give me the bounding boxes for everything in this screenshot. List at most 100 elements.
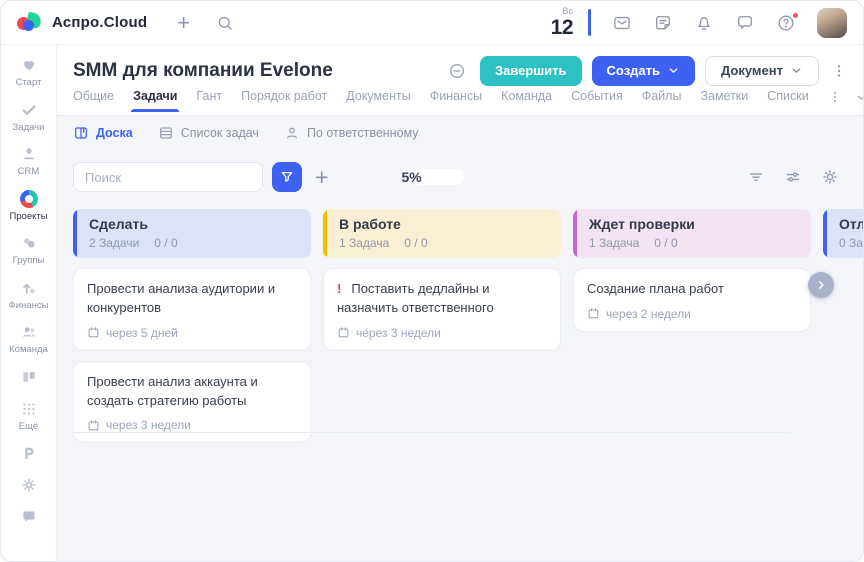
tab-gantt[interactable]: Гант bbox=[196, 89, 222, 112]
column-meta: 1 Задача0 / 0 bbox=[589, 236, 799, 250]
tab-general[interactable]: Общие bbox=[73, 89, 114, 112]
projects-icon bbox=[20, 189, 38, 209]
sidebar-item-finance[interactable]: Финансы bbox=[1, 278, 56, 311]
column-header[interactable]: В работе1 Задача0 / 0 bbox=[323, 209, 561, 258]
topbar: Аспро.Cloud + Вс 12 bbox=[1, 1, 863, 45]
column-meta: 0 Задач bbox=[839, 236, 863, 250]
tabs-more-icon[interactable] bbox=[828, 90, 842, 104]
task-title: Провести анализа аудитории и конкурентов bbox=[87, 280, 297, 318]
board-toolbar: + 5% bbox=[57, 150, 863, 192]
tab-team[interactable]: Команда bbox=[501, 89, 552, 112]
notes-icon[interactable] bbox=[653, 13, 673, 33]
add-task-button[interactable]: + bbox=[315, 164, 328, 190]
sidebar-item-crm[interactable]: CRM bbox=[1, 144, 56, 177]
column-accent-bar bbox=[323, 209, 327, 258]
task-card[interactable]: Создание плана работчерез 2 недели bbox=[573, 268, 811, 332]
tab-tasks[interactable]: Задачи bbox=[133, 89, 177, 112]
copy-link-icon[interactable] bbox=[447, 61, 467, 81]
calendar-date[interactable]: Вс 12 bbox=[551, 7, 573, 38]
sidebar-item-start[interactable]: Старт bbox=[1, 55, 56, 88]
tab-finance[interactable]: Финансы bbox=[430, 89, 482, 112]
avatar[interactable] bbox=[817, 8, 847, 38]
notification-dot bbox=[792, 12, 799, 19]
display-settings-icon[interactable] bbox=[784, 168, 802, 186]
create-button[interactable]: Создать bbox=[592, 56, 695, 86]
bell-icon[interactable] bbox=[694, 13, 714, 33]
sidebar-item-tasks[interactable]: Задачи bbox=[1, 100, 56, 133]
board-bottom-divider bbox=[73, 432, 791, 433]
calendar-icon bbox=[87, 419, 100, 432]
chevron-down-icon bbox=[790, 64, 803, 77]
tab-documents[interactable]: Документы bbox=[346, 89, 410, 112]
sidebar-item-projects[interactable]: Проекты bbox=[1, 189, 56, 222]
task-card[interactable]: !Поставить дедлайны и назначить ответств… bbox=[323, 268, 561, 351]
task-card[interactable]: Провести анализа аудитории и конкурентов… bbox=[73, 268, 311, 351]
sidebar-item-team[interactable]: Команда bbox=[1, 322, 56, 355]
progress-percent: 5% bbox=[401, 169, 421, 185]
view-board[interactable]: Доска bbox=[73, 125, 133, 141]
finance-icon bbox=[20, 278, 38, 298]
tab-notes[interactable]: Заметки bbox=[700, 89, 748, 112]
mail-icon[interactable] bbox=[612, 13, 632, 33]
tab-lists[interactable]: Списки bbox=[767, 89, 808, 112]
filter-button[interactable] bbox=[272, 162, 302, 192]
main-area: SMM для компании Evelone Завершить Созда… bbox=[57, 45, 863, 562]
kanban-icon bbox=[20, 367, 38, 387]
task-due: через 3 недели bbox=[337, 326, 547, 340]
date-accent-divider bbox=[588, 9, 591, 36]
finish-button[interactable]: Завершить bbox=[480, 56, 582, 86]
sidebar-item-partner[interactable] bbox=[1, 443, 56, 463]
chevron-right-icon bbox=[814, 278, 828, 292]
board-column-4: Отложено0 Задач bbox=[823, 209, 863, 268]
sidebar-item-services[interactable] bbox=[1, 475, 56, 495]
kanban-board: Сделать2 Задачи0 / 0 Провести анализа ауд… bbox=[57, 192, 863, 443]
brand-name: Аспро.Cloud bbox=[52, 14, 147, 31]
priority-icon: ! bbox=[337, 281, 341, 296]
services-icon bbox=[20, 475, 38, 495]
calendar-icon bbox=[87, 326, 100, 339]
sidebar-item-boards[interactable] bbox=[1, 367, 56, 387]
more-grid-icon bbox=[20, 399, 38, 419]
gear-icon[interactable] bbox=[821, 168, 839, 186]
sidebar-item-more[interactable]: Ещё bbox=[1, 399, 56, 432]
board-column-1: Сделать2 Задачи0 / 0 Провести анализа ауд… bbox=[73, 209, 311, 443]
task-due: через 2 недели bbox=[587, 307, 797, 321]
column-accent-bar bbox=[73, 209, 77, 258]
list-icon bbox=[158, 125, 174, 141]
task-card[interactable]: Провести анализ аккаунта и создать страт… bbox=[73, 361, 311, 444]
view-task-list[interactable]: Список задач bbox=[158, 125, 259, 141]
tab-files[interactable]: Файлы bbox=[642, 89, 682, 112]
page-title: SMM для компании Evelone bbox=[73, 60, 333, 82]
task-title: Провести анализ аккаунта и создать страт… bbox=[87, 373, 297, 411]
sort-filter-icon[interactable] bbox=[747, 168, 765, 186]
calendar-icon bbox=[337, 326, 350, 339]
task-due: через 3 недели bbox=[87, 418, 297, 432]
project-tabs: Общие Задачи Гант Порядок работ Документы Фин… bbox=[73, 89, 849, 115]
document-button[interactable]: Документ bbox=[705, 56, 819, 86]
app-window: Аспро.Cloud + Вс 12 bbox=[0, 0, 864, 562]
board-icon bbox=[73, 125, 89, 141]
tab-workflow[interactable]: Порядок работ bbox=[241, 89, 327, 112]
column-header[interactable]: Ждет проверки1 Задача0 / 0 bbox=[573, 209, 811, 258]
scroll-right-button[interactable] bbox=[808, 272, 834, 298]
tab-events[interactable]: События bbox=[571, 89, 623, 112]
chat-icon[interactable] bbox=[735, 13, 755, 33]
task-due: через 5 дней bbox=[87, 326, 297, 340]
column-header[interactable]: Отложено0 Задач bbox=[823, 209, 863, 258]
tabs-collapse-icon[interactable] bbox=[855, 91, 863, 104]
partner-icon bbox=[20, 443, 38, 463]
view-by-assignee[interactable]: По ответственному bbox=[284, 125, 419, 141]
more-actions-icon[interactable] bbox=[829, 63, 849, 79]
search-icon[interactable] bbox=[216, 14, 234, 32]
sidebar-item-messenger[interactable] bbox=[1, 507, 56, 527]
column-header[interactable]: Сделать2 Задачи0 / 0 bbox=[73, 209, 311, 258]
sidebar-item-groups[interactable]: Группы bbox=[1, 233, 56, 266]
help-icon[interactable] bbox=[776, 13, 796, 33]
search-input[interactable] bbox=[73, 162, 263, 192]
global-add-button[interactable]: + bbox=[177, 12, 190, 34]
person-icon bbox=[284, 125, 300, 141]
column-meta: 1 Задача0 / 0 bbox=[339, 236, 549, 250]
funnel-icon bbox=[279, 169, 295, 185]
column-meta: 2 Задачи0 / 0 bbox=[89, 236, 299, 250]
start-icon bbox=[20, 55, 38, 75]
